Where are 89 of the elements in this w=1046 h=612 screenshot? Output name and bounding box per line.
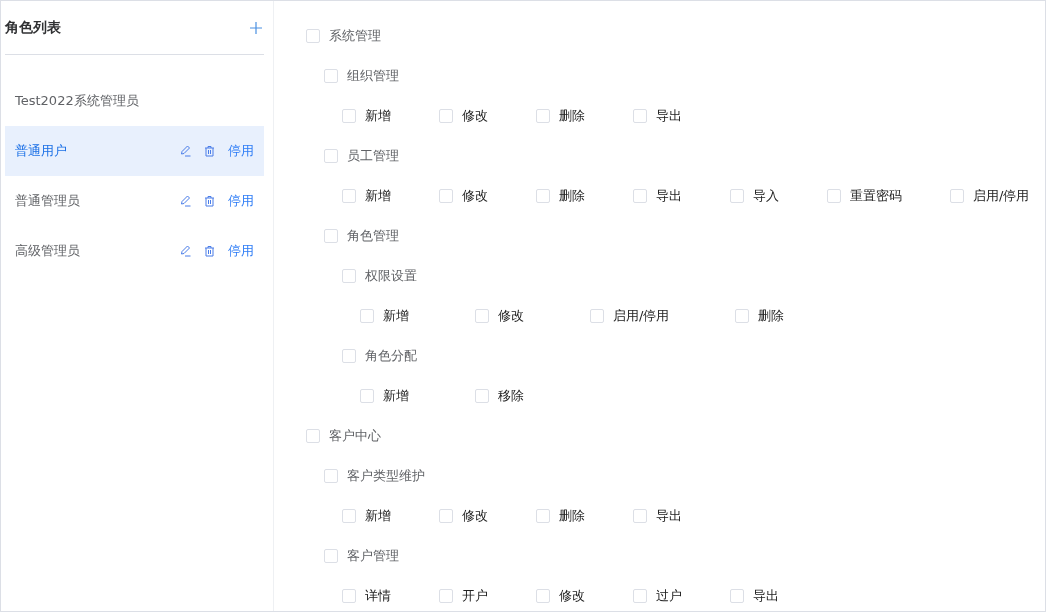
checkbox[interactable] xyxy=(342,269,356,283)
checkbox[interactable] xyxy=(342,109,356,123)
checkbox[interactable] xyxy=(590,309,604,323)
permission-label: 删除 xyxy=(559,187,585,205)
checkbox[interactable] xyxy=(950,189,964,203)
role-name: 普通管理员 xyxy=(15,192,81,210)
permission-label: 导出 xyxy=(753,587,779,605)
permission-label: 启用/停用 xyxy=(973,187,1030,205)
tree-node-label: 员工管理 xyxy=(347,147,399,165)
checkbox[interactable] xyxy=(536,509,550,523)
tree-node-label: 系统管理 xyxy=(329,27,381,45)
checkbox[interactable] xyxy=(306,29,320,43)
tree-node-label: 客户中心 xyxy=(329,427,381,445)
checkbox[interactable] xyxy=(536,109,550,123)
edit-icon[interactable] xyxy=(180,195,191,207)
permission-label: 导入 xyxy=(753,187,779,205)
checkbox[interactable] xyxy=(439,589,453,603)
add-icon[interactable] xyxy=(250,21,262,34)
trash-icon[interactable] xyxy=(204,195,215,207)
checkbox[interactable] xyxy=(439,189,453,203)
checkbox[interactable] xyxy=(324,149,338,163)
permission-label: 修改 xyxy=(559,587,585,605)
permission-label: 修改 xyxy=(498,307,524,325)
tree-node-label: 客户管理 xyxy=(347,547,399,565)
tree-node-label: 权限设置 xyxy=(365,267,417,285)
checkbox[interactable] xyxy=(730,589,744,603)
role-item[interactable]: Test2022系统管理员 xyxy=(5,76,264,126)
checkbox[interactable] xyxy=(633,589,647,603)
sidebar-title: 角色列表 xyxy=(5,18,61,37)
tree-node-label: 角色管理 xyxy=(347,227,399,245)
checkbox[interactable] xyxy=(536,189,550,203)
role-item[interactable]: 普通管理员 停用 xyxy=(5,176,264,226)
checkbox[interactable] xyxy=(475,389,489,403)
checkbox[interactable] xyxy=(475,309,489,323)
permission-label: 详情 xyxy=(365,587,391,605)
checkbox[interactable] xyxy=(536,589,550,603)
checkbox[interactable] xyxy=(342,509,356,523)
permission-label: 移除 xyxy=(498,387,524,405)
permission-label: 导出 xyxy=(656,187,682,205)
disable-link[interactable]: 停用 xyxy=(228,242,254,260)
disable-link[interactable]: 停用 xyxy=(228,192,254,210)
role-name: 高级管理员 xyxy=(15,242,81,260)
checkbox[interactable] xyxy=(324,229,338,243)
permission-label: 删除 xyxy=(559,107,585,125)
permission-label: 删除 xyxy=(758,307,785,325)
permission-label: 新增 xyxy=(365,507,391,525)
permission-label: 修改 xyxy=(462,507,488,525)
role-item[interactable]: 高级管理员 停用 xyxy=(5,226,264,276)
checkbox[interactable] xyxy=(324,549,338,563)
role-name: Test2022系统管理员 xyxy=(15,92,140,110)
checkbox[interactable] xyxy=(827,189,841,203)
checkbox[interactable] xyxy=(633,189,647,203)
checkbox[interactable] xyxy=(324,69,338,83)
permission-label: 重置密码 xyxy=(850,187,902,205)
tree-node-label: 组织管理 xyxy=(347,67,399,85)
checkbox[interactable] xyxy=(360,389,374,403)
edit-icon[interactable] xyxy=(180,145,191,157)
permission-label: 删除 xyxy=(559,507,585,525)
checkbox[interactable] xyxy=(342,589,356,603)
checkbox[interactable] xyxy=(342,349,356,363)
permission-label: 新增 xyxy=(383,307,409,325)
checkbox[interactable] xyxy=(439,109,453,123)
permission-label: 过户 xyxy=(656,587,682,605)
checkbox[interactable] xyxy=(306,429,320,443)
permission-label: 导出 xyxy=(656,507,682,525)
checkbox[interactable] xyxy=(324,469,338,483)
checkbox[interactable] xyxy=(735,309,750,323)
permission-label: 修改 xyxy=(462,107,488,125)
disable-link[interactable]: 停用 xyxy=(228,142,254,160)
tree-node-label: 客户类型维护 xyxy=(347,467,425,485)
permission-label: 开户 xyxy=(462,587,488,605)
permission-label: 新增 xyxy=(383,387,409,405)
checkbox[interactable] xyxy=(439,509,453,523)
checkbox[interactable] xyxy=(633,509,647,523)
permission-label: 新增 xyxy=(365,107,391,125)
checkbox[interactable] xyxy=(730,189,744,203)
checkbox[interactable] xyxy=(633,109,647,123)
role-name: 普通用户 xyxy=(15,142,68,160)
trash-icon[interactable] xyxy=(204,245,215,257)
checkbox[interactable] xyxy=(360,309,374,323)
permission-label: 导出 xyxy=(656,107,682,125)
tree-node-label: 角色分配 xyxy=(365,347,417,365)
role-item[interactable]: 普通用户 停用 xyxy=(5,126,264,176)
trash-icon[interactable] xyxy=(204,145,215,157)
permission-label: 启用/停用 xyxy=(613,307,670,325)
checkbox[interactable] xyxy=(342,189,356,203)
permission-label: 修改 xyxy=(462,187,488,205)
edit-icon[interactable] xyxy=(180,245,191,257)
permission-label: 新增 xyxy=(365,187,391,205)
